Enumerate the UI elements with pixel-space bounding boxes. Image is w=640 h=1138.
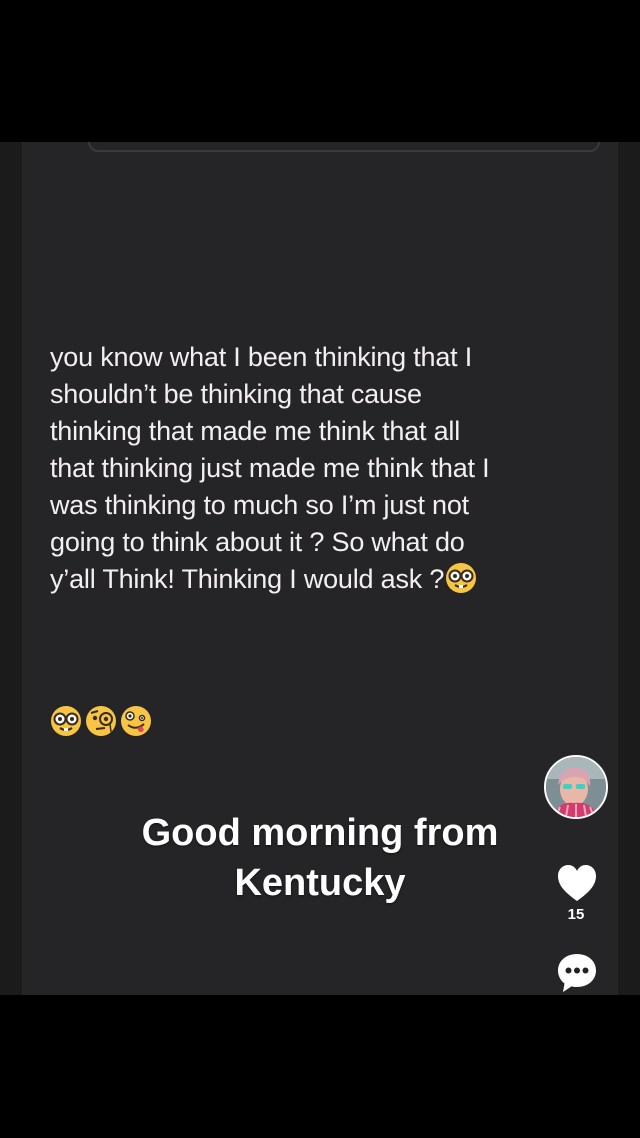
emoji-row — [50, 705, 152, 739]
heart-icon[interactable] — [556, 863, 598, 903]
like-count: 15 — [567, 906, 585, 923]
post-text: you know what I been thinking that I sho… — [50, 342, 490, 594]
video-caption: Good morning from Kentucky — [141, 812, 499, 904]
nerd-face-icon — [51, 706, 81, 736]
nerd-face-icon — [446, 563, 477, 593]
text-field-edge — [88, 142, 600, 152]
video-viewport[interactable]: you know what I been thinking that I sho… — [0, 0, 640, 1138]
frame-right-edge — [618, 142, 640, 995]
avatar-image — [546, 757, 606, 817]
creator-avatar[interactable] — [544, 755, 608, 819]
zany-face-icon — [121, 706, 151, 736]
comment-icon[interactable] — [555, 951, 599, 995]
post-text-block: you know what I been thinking that I sho… — [50, 302, 570, 598]
frame-left-edge — [0, 142, 22, 995]
face-with-monocle-icon — [86, 706, 116, 736]
